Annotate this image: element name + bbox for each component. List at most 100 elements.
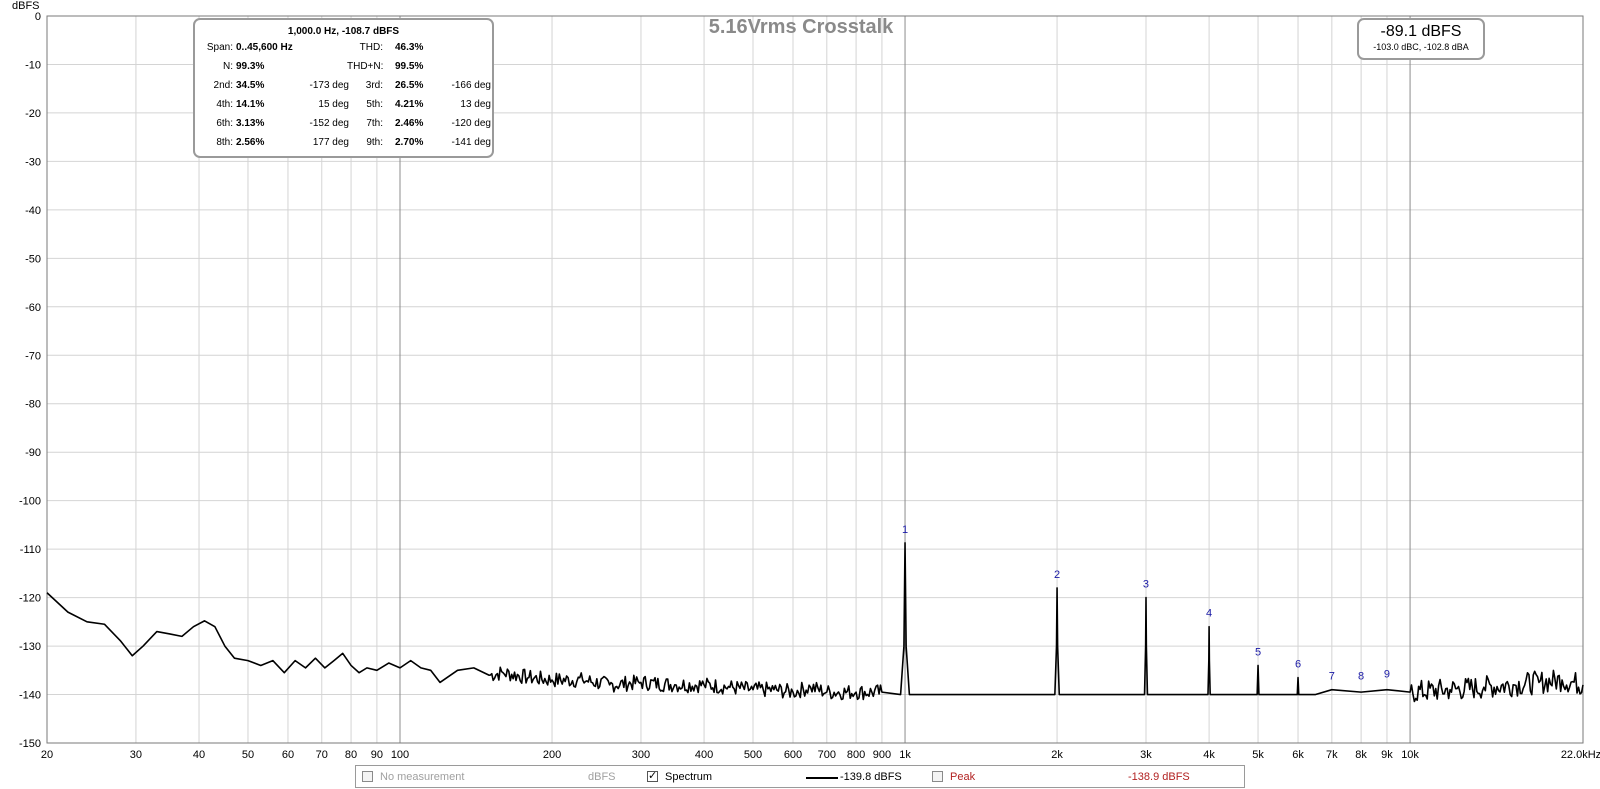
harmonic-marker-label: 2 xyxy=(1054,569,1060,581)
no-measurement-value: dBFS xyxy=(588,771,616,783)
x-tick-label: 8k xyxy=(1355,749,1367,761)
harmonic-phase: 177 deg xyxy=(312,137,349,148)
harmonic-row: 8th: 2.56% 177 deg 9th: 2.70% -141 deg xyxy=(195,134,492,153)
harmonic-label: 9th: xyxy=(366,137,383,148)
harmonic-row: 6th: 3.13% -152 deg 7th: 2.46% -120 deg xyxy=(195,115,492,134)
x-tick-label: 600 xyxy=(784,749,802,761)
harmonic-value: 34.5% xyxy=(236,80,265,91)
harmonic-phase: -166 deg xyxy=(451,80,491,91)
level-main: -89.1 dBFS xyxy=(1380,23,1462,40)
x-tick-label: 10k xyxy=(1401,749,1419,761)
info-row-noise: N: 99.3% THD+N: 99.5% xyxy=(195,58,492,77)
harmonic-marker-label: 4 xyxy=(1206,608,1212,620)
n-value: 99.3% xyxy=(236,61,265,72)
chart-title: 5.16Vrms Crosstalk xyxy=(709,16,894,38)
spectrum-label: Spectrum xyxy=(665,771,713,783)
level-readout: -89.1 dBFS -103.0 dBC, -102.8 dBA xyxy=(1357,18,1485,60)
no-measurement-label: No measurement xyxy=(380,771,465,783)
harmonic-marker-label: 9 xyxy=(1384,668,1390,680)
harmonic-value: 2.56% xyxy=(236,137,265,148)
thd-value: 46.3% xyxy=(395,42,424,53)
harmonic-marker-label: 5 xyxy=(1255,646,1261,658)
x-tick-label: 90 xyxy=(371,749,383,761)
x-tick-label: 70 xyxy=(316,749,328,761)
harmonic-phase: -152 deg xyxy=(309,118,349,129)
x-tick-label: 7k xyxy=(1326,749,1338,761)
x-tick-label: 400 xyxy=(695,749,713,761)
spectrum-swatch xyxy=(806,777,838,779)
x-tick-label: 800 xyxy=(847,749,865,761)
harmonic-label: 2nd: xyxy=(213,80,233,91)
no-measurement-checkbox[interactable] xyxy=(362,771,373,782)
x-tick-label: 9k xyxy=(1381,749,1393,761)
thdn-label: THD+N: xyxy=(347,61,384,72)
harmonic-label: 8th: xyxy=(216,137,233,148)
x-tick-label: 5k xyxy=(1252,749,1264,761)
x-tick-label: 500 xyxy=(744,749,762,761)
y-tick-label: -40 xyxy=(25,205,41,217)
harmonic-label: 5th: xyxy=(366,99,383,110)
y-tick-label: -50 xyxy=(25,253,41,265)
harmonic-marker-label: 1 xyxy=(902,524,908,536)
thd-label: THD: xyxy=(359,42,383,53)
y-tick-label: -110 xyxy=(20,544,41,556)
x-tick-label: 6k xyxy=(1292,749,1304,761)
x-tick-label: 40 xyxy=(193,749,205,761)
peak-label: Peak xyxy=(950,771,976,783)
harmonic-row: 2nd: 34.5% -173 deg 3rd: 26.5% -166 deg xyxy=(195,77,492,96)
span-label: Span: xyxy=(206,42,233,53)
x-tick-label: 700 xyxy=(818,749,836,761)
info-header: 1,000.0 Hz, -108.7 dBFS xyxy=(287,26,400,37)
harmonic-marker-label: 6 xyxy=(1295,659,1301,671)
harmonic-phase: -120 deg xyxy=(451,118,491,129)
y-tick-label: -90 xyxy=(25,447,41,459)
y-tick-label: -60 xyxy=(25,302,41,314)
harmonic-rows: 2nd: 34.5% -173 deg 3rd: 26.5% -166 deg 4th: 14… xyxy=(195,77,492,153)
peak-value: -138.9 dBFS xyxy=(1128,771,1190,783)
info-row-span: Span: 0..45,600 Hz THD: 46.3% xyxy=(195,39,492,58)
harmonic-phase: 13 deg xyxy=(460,99,491,110)
harmonic-phase: -141 deg xyxy=(451,137,491,148)
peak-checkbox[interactable] xyxy=(932,771,943,782)
distortion-info-box: 1,000.0 Hz, -108.7 dBFS Span: 0..45,600 … xyxy=(193,18,494,158)
y-tick-label: -30 xyxy=(25,156,41,168)
x-tick-label: 50 xyxy=(242,749,254,761)
span-value: 0..45,600 Hz xyxy=(236,42,293,53)
y-tick-label: -120 xyxy=(19,593,41,605)
x-tick-label: 100 xyxy=(391,749,409,761)
x-tick-label: 900 xyxy=(873,749,891,761)
y-tick-label: -10 xyxy=(25,59,41,71)
x-tick-label: 200 xyxy=(543,749,561,761)
y-tick-label: 0 xyxy=(35,11,41,23)
x-tick-label: 2k xyxy=(1051,749,1063,761)
y-tick-label: -150 xyxy=(19,738,41,750)
x-tick-label: 20 xyxy=(41,749,53,761)
harmonic-phase: -173 deg xyxy=(309,80,349,91)
harmonic-row: 4th: 14.1% 15 deg 5th: 4.21% 13 deg xyxy=(195,96,492,115)
harmonic-label: 6th: xyxy=(216,118,233,129)
y-tick-label: -140 xyxy=(19,690,41,702)
y-tick-label: -130 xyxy=(19,641,41,653)
x-tick-label: 60 xyxy=(282,749,294,761)
spectrum-checkbox[interactable]: ✓ xyxy=(647,771,658,782)
spectrum-line xyxy=(46,542,1584,703)
n-label: N: xyxy=(223,61,233,72)
x-tick-label: 80 xyxy=(345,749,357,761)
harmonic-value: 4.21% xyxy=(395,99,424,110)
y-axis-label: dBFS xyxy=(12,0,40,12)
x-tick-label: 3k xyxy=(1140,749,1152,761)
series-layer xyxy=(46,542,1584,703)
harmonic-value: 26.5% xyxy=(395,80,424,91)
thdn-value: 99.5% xyxy=(395,61,424,72)
harmonic-marker-label: 7 xyxy=(1329,671,1335,683)
harmonic-label: 7th: xyxy=(366,118,383,129)
x-tick-label: 30 xyxy=(130,749,142,761)
level-weighted: -103.0 dBC, -102.8 dBA xyxy=(1373,42,1469,52)
harmonic-label: 4th: xyxy=(216,99,233,110)
harmonic-value: 2.70% xyxy=(395,137,424,148)
harmonic-phase: 15 deg xyxy=(318,99,349,110)
y-tick-label: -70 xyxy=(25,350,41,362)
legend-bar: No measurement dBFS ✓ Spectrum -139.8 dB… xyxy=(355,765,1245,788)
harmonic-marker-label: 8 xyxy=(1358,671,1364,683)
y-tick-label: -100 xyxy=(19,496,41,508)
